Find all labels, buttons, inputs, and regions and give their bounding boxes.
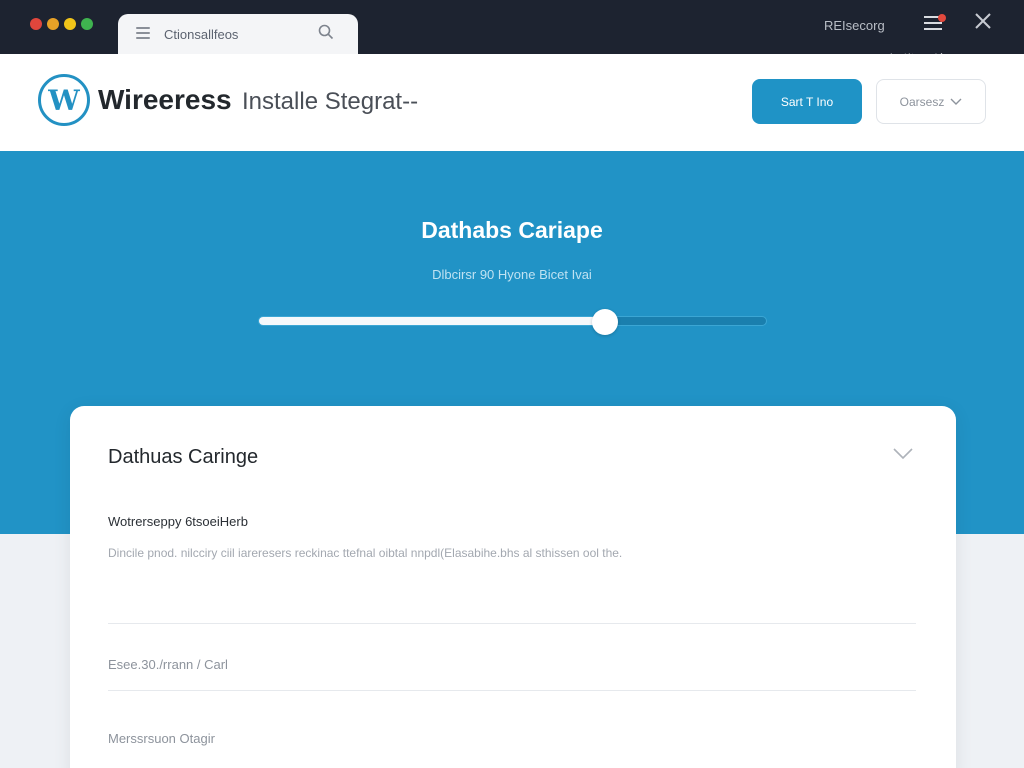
progress-fill — [259, 317, 604, 325]
chevron-down-icon — [950, 95, 962, 109]
chrome-status-text: REIsecorg — [824, 18, 885, 33]
window-dot-yellow[interactable] — [64, 18, 76, 30]
site-header: W Wireeress Installe Stegrat-- Sart T In… — [0, 54, 1024, 151]
hero-subtitle: Dlbcirsr 90 Hyone Bicet Ivai — [432, 267, 592, 282]
watermark-text: 六代网络 — [884, 54, 949, 71]
divider — [108, 690, 916, 691]
settings-card: Dathuas Caringe Wotrerseppy 6tsoeiHerb D… — [70, 406, 956, 768]
brand-name: Wireeress — [98, 84, 232, 115]
window-dot-green[interactable] — [81, 18, 93, 30]
hero-title: Dathabs Cariape — [421, 217, 603, 243]
progress-handle[interactable] — [592, 309, 619, 335]
options-dropdown[interactable]: Oarsesz — [876, 79, 986, 124]
section-heading: Wotrerseppy 6tsoeiHerb — [108, 514, 248, 529]
tab-title: Ctionsallfeos — [164, 27, 239, 42]
window-dot-orange[interactable] — [47, 18, 59, 30]
section-description: Dincile pnod. nilcciry ciil iareresers r… — [108, 546, 623, 560]
chevron-down-icon[interactable] — [892, 442, 914, 464]
settings-row-label[interactable]: Esee.30./rrann / Carl — [108, 657, 228, 672]
start-button-label: Sart T Ino — [780, 94, 834, 109]
options-dropdown-label: Oarsesz — [899, 94, 945, 109]
search-icon[interactable] — [318, 24, 334, 45]
start-button[interactable]: Sart T Ino — [752, 79, 862, 124]
wordpress-logo-icon: W — [38, 74, 90, 126]
window-dot-red[interactable] — [30, 18, 42, 30]
settings-row-label[interactable]: Merssrsuon Otagir — [108, 731, 215, 746]
window-controls — [30, 18, 93, 30]
progress-bar — [258, 309, 767, 335]
notification-badge — [938, 14, 946, 22]
browser-chrome: Ctionsallfeos REIsecorg — [0, 0, 1024, 54]
close-icon[interactable] — [974, 10, 992, 36]
page-subtitle: Installe Stegrat-- — [242, 88, 419, 115]
tab-menu-icon[interactable] — [136, 27, 150, 39]
browser-tab[interactable]: Ctionsallfeos — [118, 14, 358, 54]
divider — [108, 623, 916, 624]
card-title: Dathuas Caringe — [108, 446, 259, 468]
